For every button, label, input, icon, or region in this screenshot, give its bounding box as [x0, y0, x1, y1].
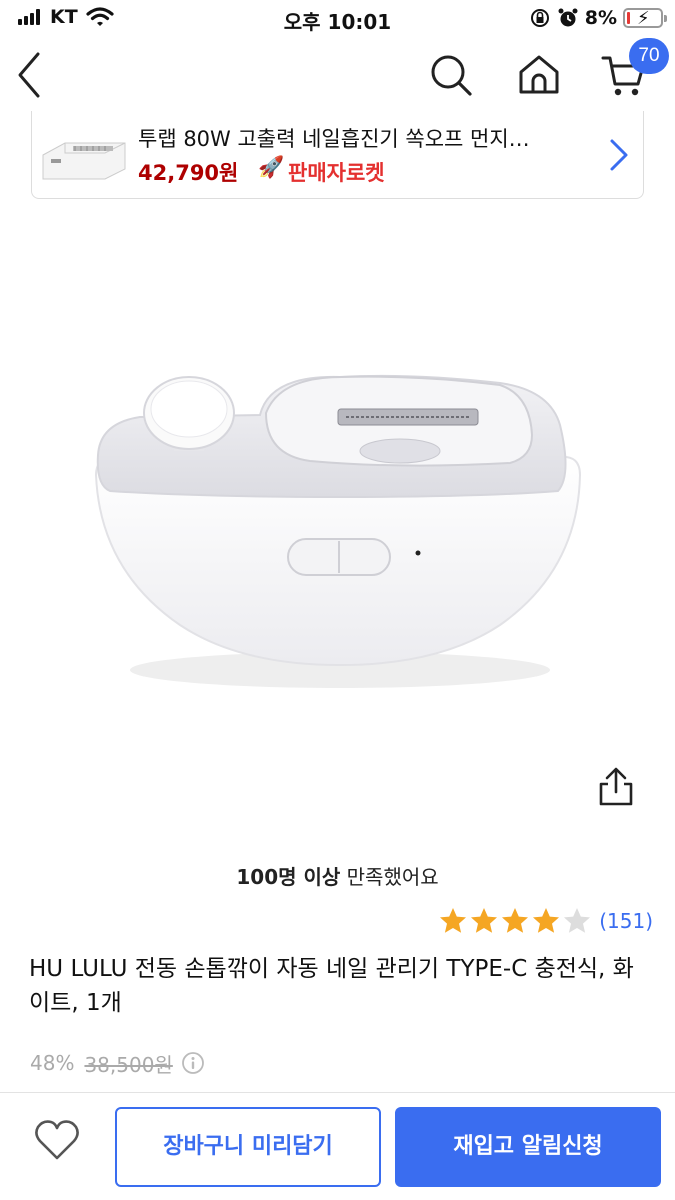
review-count-link[interactable]: (151): [599, 909, 653, 933]
battery-percent: 8%: [584, 7, 617, 29]
share-icon[interactable]: [596, 766, 636, 808]
rotation-lock-icon: [530, 9, 549, 27]
satisfaction-text: 100명 이상 만족했어요: [0, 861, 675, 890]
cart-preview-button[interactable]: 장바구니 미리담기: [115, 1107, 381, 1187]
satisfaction-label: 만족했어요: [340, 865, 439, 889]
product-image: [94, 374, 582, 688]
chevron-right-icon[interactable]: [604, 135, 632, 175]
info-icon[interactable]: [181, 1051, 205, 1075]
rating-stars: [438, 906, 592, 936]
star-filled-icon: [440, 908, 467, 933]
star-empty-icon: [564, 908, 591, 933]
battery-icon: ⚡: [623, 8, 667, 29]
heart-icon[interactable]: [33, 1118, 81, 1162]
promo-thumbnail: [42, 142, 126, 180]
product-title: HU LULU 전동 손톱깎이 자동 네일 관리기 TYPE-C 충전식, 화이…: [29, 956, 634, 1016]
bottom-action-bar: 장바구니 미리담기 재입고 알림신청: [0, 1092, 675, 1200]
satisfaction-count: 100명 이상: [236, 865, 341, 889]
star-filled-icon: [471, 908, 498, 933]
alarm-icon: [558, 8, 578, 27]
promo-title: 투랩 80W 고출력 네일흡진기 쏙오프 먼지…: [138, 127, 530, 151]
seller-rocket-badge: 판매자로켓: [288, 161, 385, 185]
back-icon[interactable]: [10, 48, 50, 102]
original-price: 38,500원: [84, 1052, 173, 1077]
search-icon[interactable]: [428, 52, 474, 98]
home-icon[interactable]: [516, 52, 562, 98]
promo-price: 42,790원: [138, 161, 239, 185]
rocket-icon: 🚀: [258, 155, 285, 179]
cart-count-badge[interactable]: 70: [629, 38, 669, 74]
star-filled-icon: [502, 908, 529, 933]
status-bar: KT 오후 10:01 8% ⚡: [0, 0, 675, 38]
rating[interactable]: (151): [438, 904, 653, 938]
discount-rate: 48%: [30, 1051, 75, 1075]
restock-alert-button[interactable]: 재입고 알림신청: [395, 1107, 661, 1187]
price-row: 48% 38,500원: [30, 1048, 205, 1078]
status-right: 8% ⚡: [529, 5, 667, 31]
star-filled-icon: [533, 908, 560, 933]
promo-card[interactable]: 투랩 80W 고출력 네일흡진기 쏙오프 먼지… 42,790원 🚀 판매자로켓: [31, 111, 644, 199]
